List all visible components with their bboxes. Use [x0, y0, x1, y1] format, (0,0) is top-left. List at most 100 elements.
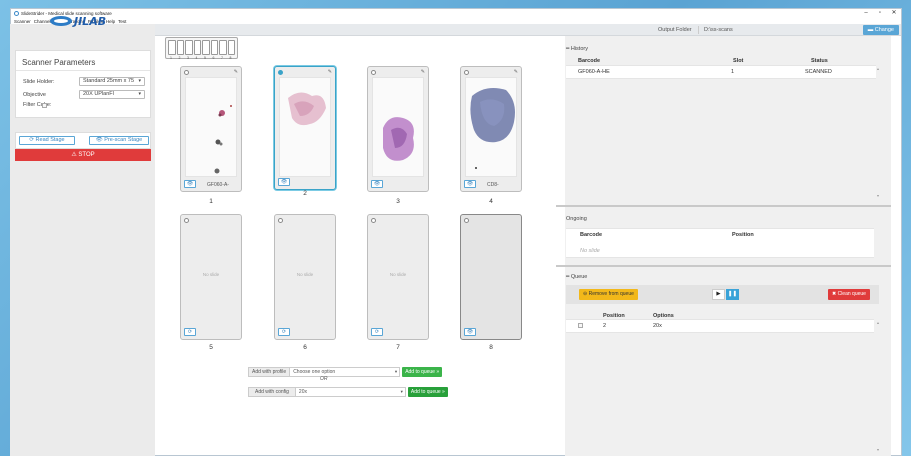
change-folder-button[interactable]: ▬ Change	[862, 25, 899, 35]
logo-text: JILAB	[74, 14, 107, 28]
tray-slot-6[interactable]: 6	[210, 40, 218, 60]
add-with-config-label: Add with config	[248, 387, 296, 397]
slide-slot-6[interactable]: No slide ⟳	[274, 214, 336, 340]
view-eye-icon[interactable]: 👁	[278, 178, 290, 186]
slide-thumbnail	[279, 77, 331, 177]
queue-header: ━ Queue	[566, 274, 588, 280]
refresh-icon[interactable]: ⟳	[278, 328, 290, 336]
slide-slot-3[interactable]: ✎ 👁	[367, 66, 429, 192]
slide-thumbnail	[465, 77, 517, 177]
scroll-down-icon[interactable]: ▾	[877, 193, 879, 198]
tray-slot-3[interactable]: 3	[185, 40, 193, 60]
tray-slot-4[interactable]: 4	[193, 40, 201, 60]
stop-button[interactable]: ⚠ STOP	[15, 149, 151, 161]
slot-select-radio[interactable]	[464, 70, 469, 75]
tissue-image	[288, 92, 326, 126]
no-slide-text: No slide	[389, 272, 407, 277]
slide-holder-select[interactable]: Standard 25mm x 75	[79, 77, 145, 86]
section-divider	[556, 205, 891, 207]
edit-icon[interactable]: ✎	[234, 69, 238, 75]
slot-number: 4	[489, 198, 493, 205]
refresh-icon[interactable]: ⟳	[371, 328, 383, 336]
slide-slot-5[interactable]: No slide ⟳	[180, 214, 242, 340]
tray-slot-8[interactable]: 8	[227, 40, 235, 60]
ongoing-col-barcode: Barcode	[580, 232, 603, 238]
history-barcode: GF060-A-HE	[578, 69, 610, 75]
slide-slot-2[interactable]: ✎ 👁	[274, 66, 336, 190]
slide-slot-4[interactable]: ✎ 👁 CD8-	[460, 66, 522, 192]
slot-select-radio[interactable]	[184, 70, 189, 75]
slot-select-radio[interactable]	[278, 218, 283, 223]
maximize-button[interactable]: ▫	[873, 9, 887, 18]
slot-select-radio[interactable]	[184, 218, 189, 223]
view-eye-icon[interactable]: 👁	[371, 180, 383, 188]
view-eye-icon[interactable]: 👁	[464, 180, 476, 188]
minimize-button[interactable]: –	[859, 9, 873, 18]
slot-barcode: CD8-	[487, 182, 499, 188]
history-col-slot: Slot	[733, 58, 744, 64]
ongoing-col-position: Position	[732, 232, 754, 238]
logo-mark-icon	[50, 16, 72, 26]
tray-slot-5[interactable]: 5	[202, 40, 210, 60]
scanner-parameters-title: Scanner Parameters	[16, 51, 150, 71]
slide-tray-overview[interactable]: 1 2 3 4 5 6 7 8	[165, 37, 238, 60]
folder-icon: ▬	[867, 27, 875, 33]
history-col-barcode: Barcode	[578, 58, 601, 64]
add-with-profile-label: Add with profile	[248, 367, 291, 377]
slide-slot-1[interactable]: ✎ 👁 GF060-A-	[180, 66, 242, 192]
edit-icon[interactable]: ✎	[514, 69, 518, 75]
slide-holder-row: Slide Holder: Standard 25mm x 75	[23, 77, 145, 86]
output-folder-label: Output Folder	[658, 27, 692, 33]
tray-slot-1[interactable]: 1	[168, 40, 176, 60]
slide-slot-8[interactable]: 👁	[460, 214, 522, 340]
add-profile-to-queue-button[interactable]: Add to queue »	[402, 367, 443, 377]
no-slide-text: No slide	[202, 272, 220, 277]
scroll-up-icon[interactable]: ▴	[877, 320, 879, 325]
slot-select-radio[interactable]	[371, 218, 376, 223]
scroll-up-icon[interactable]: ▴	[877, 66, 879, 71]
read-stage-button[interactable]: ⟳ Read Stage	[19, 136, 75, 145]
filter-cube-row: Filter Cube:	[23, 102, 51, 108]
slot-number: 5	[209, 344, 213, 351]
title-bar: SlideStrider - Medical slide scanning so…	[11, 9, 901, 18]
section-divider	[556, 265, 891, 267]
output-bar: Output Folder D:\ss-scans ▬ Change	[155, 24, 901, 36]
app-icon	[14, 11, 19, 16]
view-eye-icon[interactable]: 👁	[464, 328, 476, 336]
view-eye-icon[interactable]: 👁	[184, 180, 196, 188]
table-row[interactable]	[566, 319, 874, 333]
history-col-status: Status	[811, 58, 828, 64]
logo: JILAB	[50, 14, 110, 28]
edit-icon[interactable]: ✎	[421, 69, 425, 75]
slot-number: 3	[396, 198, 400, 205]
slide-slot-7[interactable]: No slide ⟳	[367, 214, 429, 340]
tray-slot-2[interactable]: 2	[176, 40, 184, 60]
play-button[interactable]: ▶	[712, 289, 725, 300]
queue-row-checkbox[interactable]	[578, 323, 583, 328]
objective-select[interactable]: 20X UPlanFl	[79, 90, 145, 99]
profile-select[interactable]: Choose one option	[290, 367, 401, 377]
scanner-parameters-card: Scanner Parameters Slide Holder: Standar…	[15, 50, 151, 118]
slot-select-radio[interactable]	[278, 70, 283, 75]
close-button[interactable]: ✕	[887, 9, 901, 18]
remove-from-queue-button[interactable]: ⊖ Remove from queue	[579, 289, 638, 300]
slot-barcode: GF060-A-	[207, 182, 229, 188]
ongoing-table	[566, 228, 874, 258]
objective-row: Objective 20X UPlanFl	[23, 90, 145, 99]
clean-queue-button[interactable]: ✖ Clean queue	[828, 289, 870, 300]
refresh-icon[interactable]: ⟳	[184, 328, 196, 336]
config-select[interactable]: 20x	[295, 387, 406, 397]
menu-scanner[interactable]: Scanner	[14, 19, 31, 24]
add-config-to-queue-button[interactable]: Add to queue »	[407, 387, 448, 397]
pause-button[interactable]: ❚❚	[726, 289, 739, 300]
filter-cube-checkbox[interactable]	[42, 102, 47, 108]
history-header: ━ History	[566, 46, 588, 52]
tissue-image	[214, 105, 232, 174]
menu-test[interactable]: Test	[118, 19, 126, 24]
pre-scan-stage-button[interactable]: 👁 Pre-scan Stage	[89, 136, 149, 145]
slot-select-radio[interactable]	[464, 218, 469, 223]
tray-slot-7[interactable]: 7	[219, 40, 227, 60]
slot-select-radio[interactable]	[371, 70, 376, 75]
scroll-down-icon[interactable]: ▾	[877, 447, 879, 452]
edit-icon[interactable]: ✎	[328, 69, 332, 75]
